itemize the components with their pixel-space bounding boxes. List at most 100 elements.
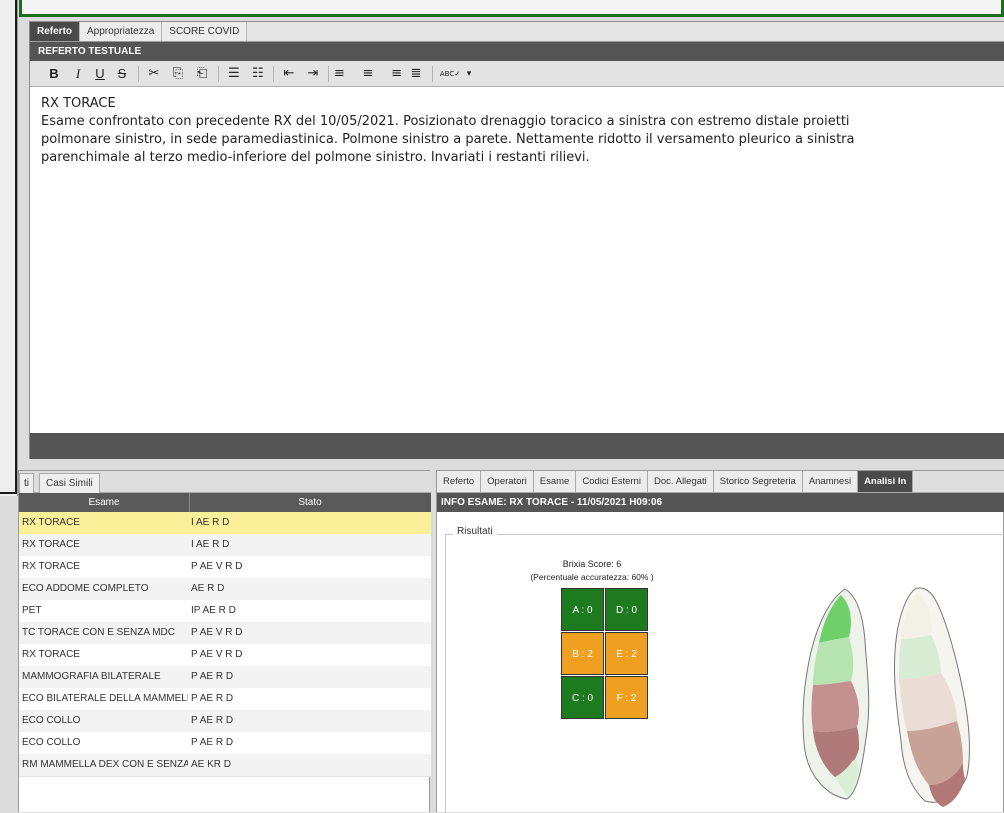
brixia-accuracy-subtitle: (Percentuale accuratezza: 60% ) (530, 572, 654, 582)
tab-storico-segreteria[interactable]: Storico Segreteria (713, 471, 803, 492)
exam-list-tabs: ti Casi Simili (19, 471, 431, 493)
tab-operatori[interactable]: Operatori (481, 471, 534, 492)
table-row[interactable]: RX TORACE P AE V R D (19, 644, 431, 667)
esame-cell: ECO ADDOME COMPLETO (22, 583, 149, 594)
info-tab-bar: Referto Operatori Esame Codici Esterni D… (437, 471, 1004, 493)
brixia-score-title: Brixia Score: 6 (562, 559, 622, 569)
paste-button[interactable]: ⎗ (192, 65, 212, 83)
spellcheck-button[interactable]: ABC✓ (437, 65, 463, 83)
esame-cell: RM MAMMELLA DEX CON E SENZA (22, 759, 188, 770)
selection-frame (19, 0, 1004, 17)
lung-heatmap-image (802, 587, 970, 807)
align-right-button[interactable]: ≡ (382, 65, 402, 83)
stato-cell: IP AE R D (191, 605, 236, 616)
brixia-score-grid: A : 0D : 0B : 2E : 2C : 0F : 2 (561, 588, 649, 719)
stato-cell: I AE R D (191, 539, 230, 550)
report-line: parenchimale al terzo medio-inferiore de… (41, 150, 590, 165)
tab-appropriatezza[interactable]: Appropriatezza (80, 22, 163, 41)
stato-cell: AE R D (191, 583, 225, 594)
align-center-button[interactable]: ≡ (358, 65, 378, 83)
exam-list-panel: ti Casi Simili Esame Stato RX TORACE I AE… (18, 470, 431, 812)
stato-cell: P AE R D (191, 737, 234, 748)
esame-cell: RX TORACE (22, 517, 80, 528)
right-lung-upper-mid-region (813, 637, 854, 685)
stato-cell: I AE R D (191, 517, 230, 528)
tab-analisi[interactable]: Analisi In (858, 471, 914, 492)
stato-cell: AE KR D (191, 759, 232, 770)
brixia-cell: D : 0 (605, 588, 648, 631)
tab-info-referto[interactable]: Referto (437, 471, 482, 492)
brixia-cell: A : 0 (561, 588, 604, 631)
report-line: polmonare sinistro, in sede paramediasti… (41, 132, 855, 147)
report-editor-window: Referto Appropriatezza SCORE COVID REFER… (29, 21, 1004, 459)
table-row[interactable]: RM MAMMELLA DEX CON E SENZA AE KR D (19, 754, 431, 777)
report-text-area[interactable]: RX TORACE Esame confrontato con preceden… (30, 87, 1004, 433)
toolbar-separator (218, 66, 219, 82)
tab-doc-allegati[interactable]: Doc. Allegati (647, 471, 714, 492)
esame-cell: TC TORACE CON E SENZA MDC (22, 627, 175, 638)
toolbar-separator (273, 66, 274, 82)
bold-button[interactable]: B (44, 65, 64, 83)
tab-score-covid[interactable]: SCORE COVID (162, 22, 248, 41)
stato-cell: P AE R D (191, 693, 234, 704)
stato-cell: P AE R D (191, 715, 234, 726)
esame-cell: ECO COLLO (22, 715, 81, 726)
spellcheck-dropdown-icon[interactable]: ▾ (463, 65, 475, 83)
panel-title: REFERTO TESTUALE (30, 42, 1004, 61)
report-heading: RX TORACE (41, 96, 116, 111)
esame-cell: MAMMOGRAFIA BILATERALE (22, 671, 161, 682)
numbered-list-button[interactable]: ☷ (248, 65, 268, 83)
stato-cell: P AE V R D (191, 561, 243, 572)
strikethrough-button[interactable]: S (112, 65, 132, 83)
brixia-cell: E : 2 (605, 632, 648, 675)
results-label: Risultati (453, 526, 497, 537)
esame-cell: RX TORACE (22, 649, 80, 660)
esame-cell: ECO BILATERALE DELLA MAMMELLA (22, 693, 188, 704)
esame-cell: PET (22, 605, 42, 616)
table-row[interactable]: RX TORACE I AE R D (19, 512, 431, 535)
toolbar-separator (432, 66, 433, 82)
italic-button[interactable]: I (68, 65, 88, 83)
tab-partial[interactable]: ti (19, 473, 34, 493)
tab-referto[interactable]: Referto (30, 22, 81, 41)
tab-casi-simili[interactable]: Casi Simili (39, 473, 100, 493)
editor-tab-bar: Referto Appropriatezza SCORE COVID (30, 22, 1004, 42)
table-row[interactable]: ECO ADDOME COMPLETO AE R D (19, 578, 431, 601)
table-row[interactable]: TC TORACE CON E SENZA MDC P AE V R D (19, 622, 431, 645)
toolbar-separator (328, 66, 329, 82)
column-header-stato[interactable]: Stato (189, 493, 431, 512)
brixia-cell: B : 2 (561, 632, 604, 675)
underline-button[interactable]: U (90, 65, 110, 83)
report-line: Esame confrontato con precedente RX del … (41, 114, 850, 129)
stato-cell: P AE R D (191, 671, 234, 682)
esame-cell: RX TORACE (22, 561, 80, 572)
justify-button[interactable]: ≣ (406, 65, 426, 83)
brixia-cell: C : 0 (561, 676, 604, 719)
bullet-list-button[interactable]: ☰ (224, 65, 244, 83)
table-row[interactable]: ECO BILATERALE DELLA MAMMELLA P AE R D (19, 688, 431, 711)
stato-cell: P AE V R D (191, 627, 243, 638)
table-row[interactable]: RX TORACE P AE V R D (19, 556, 431, 579)
copy-button[interactable]: ⎘ (168, 65, 188, 83)
column-header-esame[interactable]: Esame (19, 493, 190, 512)
stato-cell: P AE V R D (191, 649, 243, 660)
tab-esame[interactable]: Esame (533, 471, 577, 492)
outdent-button[interactable]: ⇤ (279, 65, 299, 83)
align-left-button[interactable]: ≡ (334, 65, 354, 83)
table-row[interactable]: ECO COLLO P AE R D (19, 732, 431, 755)
tab-codici-esterni[interactable]: Codici Esterni (576, 471, 648, 492)
table-row[interactable]: ECO COLLO P AE R D (19, 710, 431, 733)
exam-info-title: INFO ESAME: RX TORACE - 11/05/2021 H09:0… (437, 493, 1004, 512)
table-row[interactable]: RX TORACE I AE R D (19, 534, 431, 557)
tab-anamnesi[interactable]: Anamnesi (802, 471, 859, 492)
cut-button[interactable]: ✂ (144, 65, 164, 83)
brixia-cell: F : 2 (605, 676, 648, 719)
exam-table-header: Esame Stato (19, 493, 431, 512)
esame-cell: RX TORACE (22, 539, 80, 550)
exam-info-panel: Referto Operatori Esame Codici Esterni D… (436, 470, 1004, 813)
rich-text-toolbar: B I U S ✂ ⎘ ⎗ ☰ ☷ ⇤ ⇥ ≡ ≡ ≡ ≣ ABC✓ ▾ (30, 61, 1004, 87)
table-row[interactable]: MAMMOGRAFIA BILATERALE P AE R D (19, 666, 431, 689)
indent-button[interactable]: ⇥ (303, 65, 323, 83)
esame-cell: ECO COLLO (22, 737, 81, 748)
table-row[interactable]: PET IP AE R D (19, 600, 431, 623)
